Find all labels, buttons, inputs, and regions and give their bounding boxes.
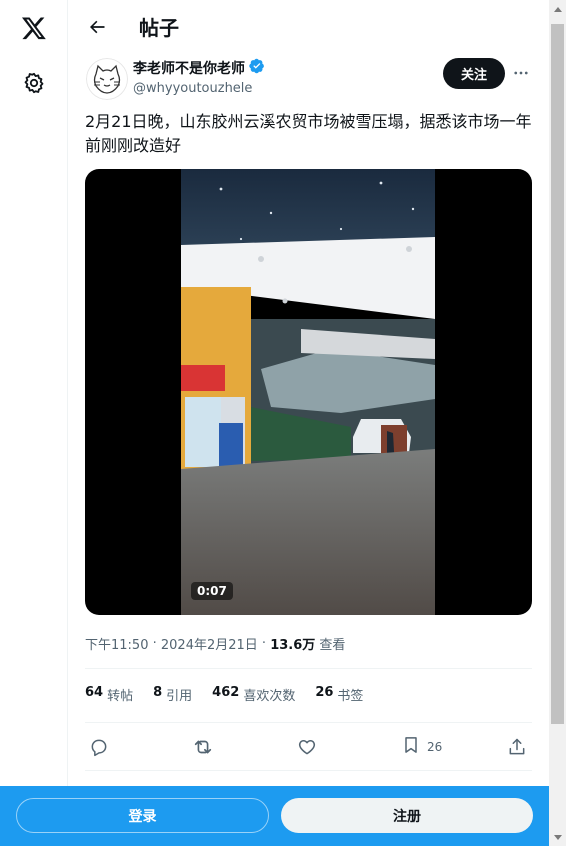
scrollbar-thumb[interactable] [551,24,564,724]
action-bar: 26 [85,733,532,761]
author-row: 李老师不是你老师 @whyyoutouzhele 关注 [69,55,549,103]
author-name-row: 李老师不是你老师 [133,58,265,78]
video-player[interactable]: 0:07 [85,169,532,615]
verified-badge-icon [249,58,265,78]
stat-value: 64 [85,685,104,700]
stat-quotes[interactable]: 8 引用 [153,685,192,704]
stat-value: 26 [315,685,334,700]
scrollbar[interactable] [549,0,566,846]
page-title: 帖子 [139,16,179,40]
views-label: 查看 [315,638,346,653]
stat-value: 462 [212,685,240,700]
login-button[interactable]: 登录 [16,798,269,833]
stat-label: 引用 [166,689,193,704]
tweet-meta: 下午11:50 · 2024年2月21日 · 13.6万 查看 [85,634,345,653]
stat-label: 喜欢次数 [243,689,296,704]
follow-button[interactable]: 关注 [443,58,505,89]
divider [85,668,532,669]
stat-value: 8 [153,685,163,700]
retweet-icon[interactable] [192,733,214,761]
avatar[interactable] [86,58,128,100]
signup-button[interactable]: 注册 [281,798,533,833]
engagement-stats: 64 转帖 8 引用 462 喜欢次数 26 书签 [85,685,383,704]
stat-label: 书签 [337,689,364,704]
bookmark-button[interactable]: 26 [401,733,442,761]
bookmark-icon [401,735,421,759]
divider [85,722,532,723]
stat-bookmarks[interactable]: 26 书签 [315,685,363,704]
video-duration: 0:07 [191,582,233,600]
scroll-down-arrow-icon[interactable] [549,829,566,846]
share-icon[interactable] [507,733,527,761]
stat-likes[interactable]: 462 喜欢次数 [212,685,295,704]
gear-icon[interactable] [14,63,54,103]
heart-icon[interactable] [297,733,317,761]
more-horizontal-icon[interactable] [510,62,532,84]
tweet-date[interactable]: 2024年2月21日 [161,634,258,653]
bookmark-count: 26 [427,740,443,754]
tweet-time[interactable]: 下午11:50 [85,634,148,653]
main-column: 帖子 李老师不是你老师 @whyyoutouzhele 关注 2月21日晚，山东… [69,0,549,846]
author-name[interactable]: 李老师不是你老师 [133,58,245,78]
meta-separator: · [257,636,271,651]
stat-retweets[interactable]: 64 转帖 [85,685,133,704]
divider [85,770,532,771]
x-logo-icon[interactable] [14,8,54,48]
tweet-text: 2月21日晚，山东胶州云溪农贸市场被雪压塌，据悉该市场一年前刚刚改造好 [85,112,532,155]
scroll-up-arrow-icon[interactable] [549,0,566,17]
arrow-left-icon[interactable] [83,13,111,41]
bottom-auth-bar: 登录 注册 [0,786,549,846]
reply-icon[interactable] [89,733,109,761]
meta-separator: · [148,636,161,651]
views-count: 13.6万 [270,638,316,653]
stat-label: 转帖 [107,689,134,704]
video-frame[interactable]: 0:07 [181,169,435,615]
left-rail [0,0,68,846]
top-bar: 帖子 [69,0,549,53]
author-handle[interactable]: @whyyoutouzhele [133,81,252,96]
